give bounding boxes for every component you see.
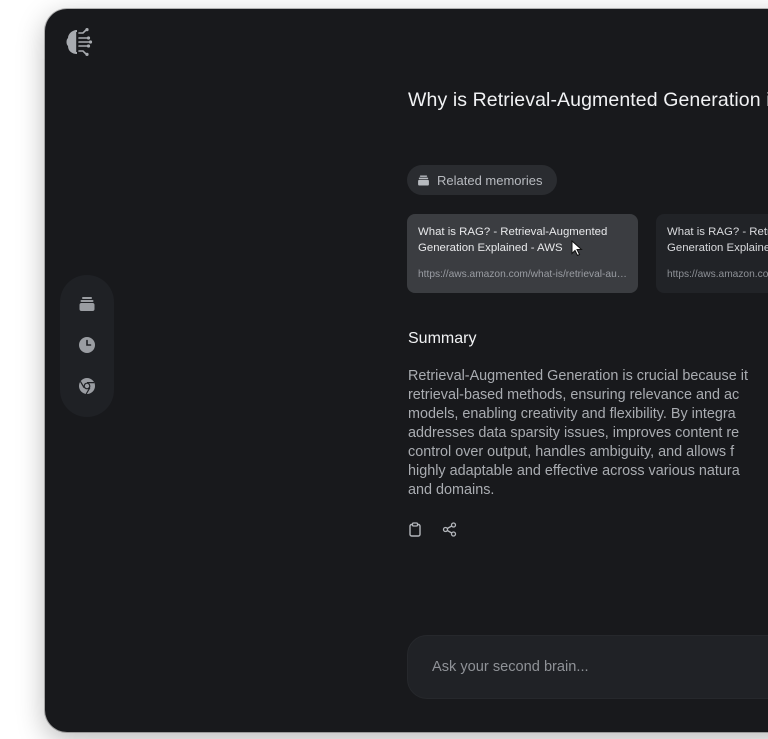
ask-bar bbox=[407, 635, 768, 699]
share-button[interactable] bbox=[441, 521, 457, 537]
app-window: Why is Retrieval-Augmented Generation im… bbox=[45, 9, 768, 732]
sidebar-item-history[interactable] bbox=[73, 331, 101, 359]
sidebar-item-browser[interactable] bbox=[73, 372, 101, 400]
memory-card-title: What is RAG? - Retrieval-Augmented Gener… bbox=[418, 226, 608, 254]
mouse-pointer-icon bbox=[571, 240, 583, 257]
summary-text: Retrieval-Augmented Generation is crucia… bbox=[408, 368, 748, 498]
clock-icon bbox=[79, 337, 95, 353]
summary-heading: Summary bbox=[408, 330, 477, 347]
memory-card[interactable]: What is RAG? - Retrieval-Augmented Gener… bbox=[407, 214, 638, 293]
clipboard-icon bbox=[409, 521, 421, 537]
memories-stack-icon bbox=[79, 297, 95, 311]
related-memories-label: Related memories bbox=[437, 172, 543, 188]
sidebar-rail bbox=[60, 275, 114, 417]
memory-card-title: What is RAG? - Retrieval-Augmented Gener… bbox=[667, 226, 768, 254]
memory-card[interactable]: What is RAG? - Retrieval-Augmented Gener… bbox=[656, 214, 768, 293]
chrome-icon bbox=[79, 378, 95, 395]
memory-card-url: https://aws.amazon.com/what-is/retrieval… bbox=[418, 269, 627, 280]
copy-button[interactable] bbox=[407, 521, 423, 537]
sidebar-item-memories[interactable] bbox=[73, 290, 101, 318]
ask-input[interactable] bbox=[432, 636, 768, 698]
memory-card-url: https://aws.amazon.com/what-is/retrieval… bbox=[667, 269, 768, 280]
brain-circuit-icon bbox=[66, 28, 93, 56]
related-memories-badge: Related memories bbox=[407, 165, 557, 195]
memories-stack-icon bbox=[418, 174, 429, 186]
question-title: Why is Retrieval-Augmented Generation im… bbox=[408, 89, 768, 111]
share-icon bbox=[442, 521, 456, 537]
